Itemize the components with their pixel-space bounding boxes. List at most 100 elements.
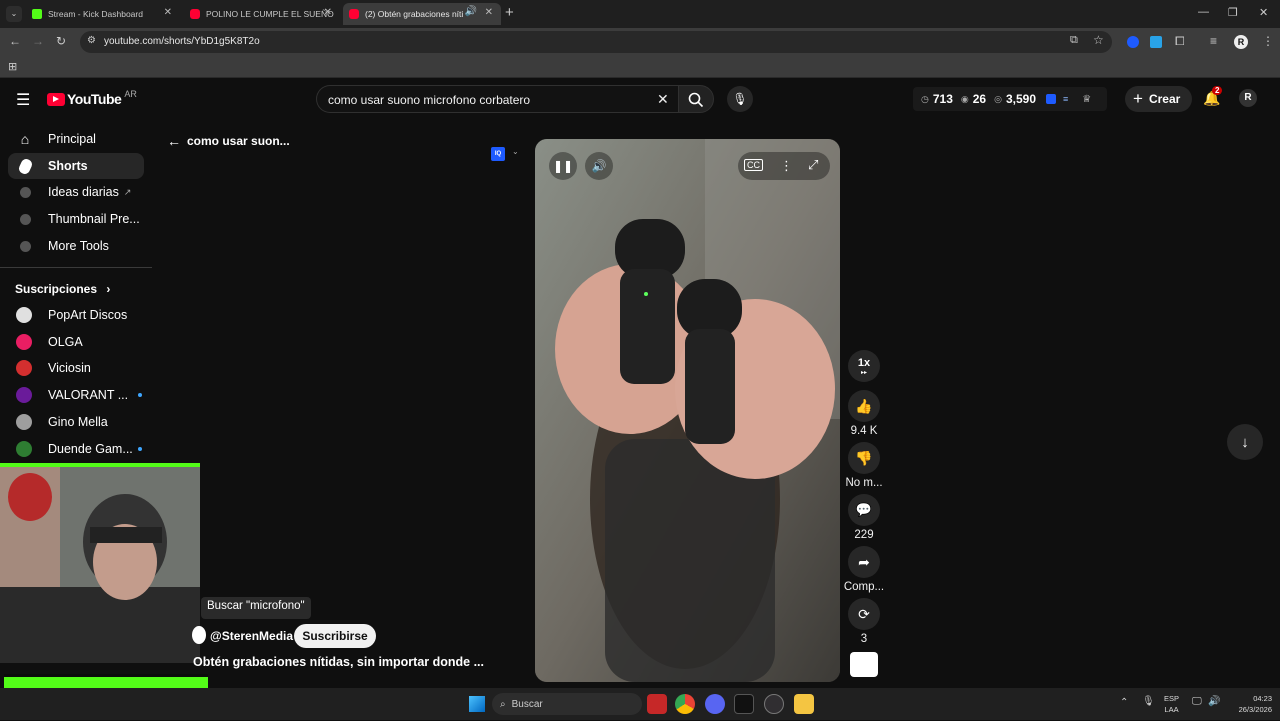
address-bar[interactable]: ⚙ youtube.com/shorts/YbD1g5K8T2o ⧉ ☆	[80, 31, 1112, 53]
sidebar-item-shorts[interactable]: Shorts	[8, 153, 144, 179]
chevron-down-icon[interactable]: ⌄	[512, 147, 519, 156]
vidiq-badge[interactable]: IQ	[491, 147, 505, 161]
hamburger-menu-icon[interactable]: ☰	[16, 90, 30, 110]
new-tab-button[interactable]: +	[505, 4, 514, 21]
stat-b: 26	[972, 92, 987, 106]
speaker-icon[interactable]: 🔊	[1208, 696, 1220, 707]
sidebar-sub-item[interactable]: PopArt Discos	[8, 302, 144, 328]
search-icon: ⌕	[500, 698, 506, 710]
sidebar-sub-item[interactable]: VALORANT ...	[8, 382, 144, 408]
notifications-button[interactable]: 🔔 2	[1203, 86, 1223, 107]
sound-thumbnail[interactable]	[850, 652, 878, 677]
subscriptions-header[interactable]: Suscripciones ›	[15, 282, 110, 296]
taskbar-search-label: Buscar	[511, 698, 543, 710]
share-button[interactable]: ➦	[848, 546, 880, 578]
play-pause-button[interactable]: ❚❚	[549, 152, 577, 180]
taskbar-app-red-icon[interactable]	[647, 694, 667, 714]
profile-avatar[interactable]: R	[1234, 35, 1248, 49]
extension-m-icon[interactable]	[1150, 36, 1162, 48]
search-box[interactable]: como usar suono microfono corbatero ✕	[316, 85, 678, 113]
youtube-favicon-icon	[349, 9, 359, 19]
sidebar-item-principal[interactable]: ⌂ Principal	[8, 126, 144, 152]
search-button[interactable]	[678, 85, 714, 113]
close-tab-icon[interactable]: ✕	[164, 7, 172, 18]
clock[interactable]: 04:23 26/3/2026	[1226, 693, 1272, 715]
sidebar-sub-item[interactable]: OLGA	[8, 329, 144, 355]
video-frame	[535, 139, 840, 682]
sidebar-item-label: VALORANT ...	[48, 388, 129, 402]
sidebar-item-more-tools[interactable]: More Tools	[8, 233, 144, 259]
reload-icon[interactable]: ↻	[56, 34, 66, 48]
tray-chevron-icon[interactable]: ⌃	[1120, 697, 1128, 708]
search-suggestion-chip[interactable]: Buscar "microfono"	[201, 597, 311, 619]
sidebar-sub-item[interactable]: Gino Mella	[8, 409, 144, 435]
voice-search-button[interactable]: 🎙	[727, 86, 753, 112]
sidebar-item-thumbnail[interactable]: Thumbnail Pre...	[8, 206, 144, 232]
more-options-icon[interactable]: ⋮	[780, 158, 793, 174]
close-window-button[interactable]: ✕	[1259, 6, 1268, 19]
dislike-button[interactable]: 👎	[848, 442, 880, 474]
arrow-left-icon: ←	[167, 133, 181, 149]
apps-grid-icon[interactable]: ⊞	[8, 60, 17, 73]
clock-time: 04:23	[1253, 694, 1272, 703]
close-tab-icon[interactable]: ✕	[485, 7, 493, 18]
taskbar-app-dark-icon[interactable]	[734, 694, 754, 714]
reading-list-icon[interactable]: ≡	[1210, 34, 1217, 48]
extension-vidiq-icon[interactable]	[1127, 36, 1139, 48]
search-chip-label: Buscar "microfono"	[207, 600, 305, 612]
file-explorer-icon[interactable]	[794, 694, 814, 714]
minimize-button[interactable]: —	[1198, 6, 1209, 18]
sidebar-sub-item[interactable]: Duende Gam...	[8, 436, 144, 462]
shorts-video-player[interactable]: ❚❚ 🔊 CC ⋮ ⤢	[535, 139, 840, 682]
subscriptions-title: Suscripciones	[15, 282, 98, 296]
language-indicator[interactable]: ESP LAA	[1164, 693, 1179, 715]
extensions-puzzle-icon[interactable]: ⧠	[1175, 34, 1185, 49]
youtube-logo[interactable]: YouTube AR	[47, 89, 137, 107]
account-avatar[interactable]: R	[1239, 89, 1257, 107]
video-title[interactable]: Obtén grabaciones nítidas, sin importar …	[193, 655, 484, 669]
discord-icon[interactable]	[705, 694, 725, 714]
stat-c: 3,590	[1005, 92, 1036, 106]
fullscreen-icon[interactable]: ⤢	[808, 157, 818, 173]
like-button[interactable]: 👍	[848, 390, 880, 422]
install-app-icon[interactable]: ⧉	[1070, 34, 1078, 47]
url-text[interactable]: youtube.com/shorts/YbD1g5K8T2o	[104, 36, 260, 47]
clear-search-icon[interactable]: ✕	[657, 91, 669, 108]
audio-playing-icon[interactable]: 🔊	[465, 6, 477, 17]
create-button[interactable]: + Crear	[1125, 86, 1192, 112]
like-count: 9.4 K	[850, 425, 878, 437]
taskbar-search-box[interactable]: ⌕ Buscar	[492, 693, 642, 715]
close-tab-icon[interactable]: ✕	[324, 7, 332, 18]
site-info-icon[interactable]: ⚙	[87, 35, 96, 46]
playback-speed-button[interactable]: 1x ▸▸	[848, 350, 880, 382]
bookmark-star-icon[interactable]: ☆	[1093, 33, 1104, 47]
browser-tab-kick[interactable]: Stream - Kick Dashboard ✕	[26, 3, 180, 25]
forward-icon[interactable]: →	[32, 34, 44, 48]
back-to-search[interactable]: ← como usar suon...	[167, 133, 290, 149]
start-windows-icon[interactable]	[469, 696, 485, 712]
obs-icon[interactable]	[764, 694, 784, 714]
speed-label: 1x	[857, 356, 871, 369]
next-video-button[interactable]: ↓	[1227, 424, 1263, 460]
sidebar-sub-item[interactable]: Viciosin	[8, 355, 144, 381]
network-icon[interactable]: 🖵	[1192, 696, 1202, 707]
volume-button[interactable]: 🔊	[585, 152, 613, 180]
browser-tab-polino[interactable]: POLINO LE CUMPLE EL SUEÑO ✕	[184, 3, 340, 25]
tab-search-button[interactable]: ⌄	[6, 6, 22, 22]
shorts-icon	[16, 156, 34, 176]
tray-mic-icon[interactable]: 🎙	[1142, 696, 1155, 707]
browser-tab-active[interactable]: (2) Obtén grabaciones nítid 🔊 ✕	[343, 3, 501, 25]
back-icon[interactable]: ←	[9, 34, 21, 48]
sidebar-item-ideas[interactable]: Ideas diarias ↗	[8, 179, 144, 205]
captions-icon[interactable]: CC	[744, 159, 763, 171]
comments-button[interactable]: 💬	[848, 494, 880, 526]
chrome-icon[interactable]	[675, 694, 695, 714]
search-input[interactable]: como usar suono microfono corbatero	[328, 93, 530, 107]
vidiq-stats-bar[interactable]: ◷ 713 ◉ 26 ◎ 3,590 ≡ ♕	[913, 87, 1107, 111]
restore-button[interactable]: ❐	[1228, 6, 1238, 19]
subscribe-button[interactable]: Suscribirse	[294, 624, 376, 648]
remix-button[interactable]: ⟳	[848, 598, 880, 630]
channel-avatar[interactable]	[192, 626, 206, 644]
chrome-menu-icon[interactable]: ⋮	[1262, 34, 1274, 48]
channel-handle[interactable]: @SterenMedia	[210, 629, 293, 643]
